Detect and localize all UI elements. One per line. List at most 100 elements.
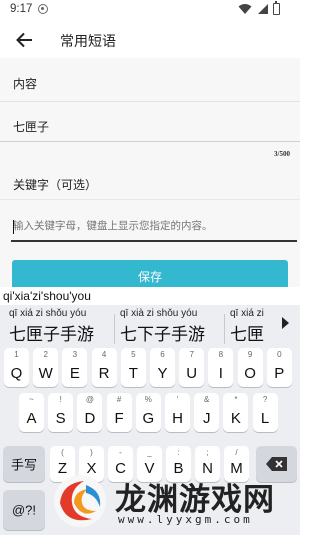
key-secondary-label: ' (176, 395, 179, 404)
key-o[interactable]: 9O (237, 348, 263, 387)
key-secondary-label: % (144, 395, 152, 404)
key-secondary-label: @ (85, 395, 94, 404)
content-label: 内容 (13, 77, 38, 91)
key-secondary-label: ~ (29, 395, 34, 404)
key-label: Y (157, 365, 168, 382)
key-u[interactable]: 7U (179, 348, 205, 387)
key-label: E (69, 365, 80, 382)
key-secondary-label: / (235, 448, 238, 457)
key-p[interactable]: 0P (266, 348, 292, 387)
keyword-label: 关键字（可选） (13, 178, 98, 192)
key-secondary-label: : (177, 448, 180, 457)
key-secondary-label: 9 (247, 350, 253, 359)
key-label: P (274, 365, 285, 382)
key-s[interactable]: ! S (48, 393, 74, 432)
symbols-key[interactable]: @?! (3, 490, 45, 530)
key-label: J (202, 410, 211, 427)
divider (0, 101, 300, 102)
page-title: 常用短语 (60, 34, 116, 50)
battery-icon (273, 1, 280, 15)
back-arrow-icon[interactable] (14, 30, 34, 50)
key-secondary-label: ) (90, 448, 93, 457)
key-secondary-label: 2 (43, 350, 48, 359)
key-f[interactable]: # F (106, 393, 132, 432)
key-label: L (260, 410, 270, 427)
key-k[interactable]: * K (223, 393, 249, 432)
key-secondary-label: 0 (277, 350, 282, 359)
expand-candidates-icon[interactable] (282, 317, 289, 329)
candidate-hanzi: 七匣子手游 (9, 325, 94, 345)
handwrite-key[interactable]: 手写 (3, 446, 45, 482)
keyword-input[interactable] (11, 212, 297, 242)
key-label: S (55, 410, 66, 427)
candidate-pinyin: qī xiá zi (230, 308, 264, 319)
candidate-hanzi: 七下子手游 (120, 325, 205, 345)
candidate-pinyin: qī xià zi shǒu yóu (120, 308, 198, 319)
key-l[interactable]: ? L (252, 393, 278, 432)
key-secondary-label: ! (59, 395, 62, 404)
key-secondary-label: & (204, 395, 210, 404)
key-secondary-label: - (119, 448, 122, 457)
status-bar: 9:17 (0, 0, 300, 22)
key-label: F (114, 410, 124, 427)
key-r[interactable]: 4R (91, 348, 117, 387)
candidate-hanzi: 七匣 (230, 325, 264, 345)
settings-gear-icon (38, 4, 48, 14)
key-label: A (26, 410, 37, 427)
key-g[interactable]: % G (135, 393, 161, 432)
key-label: I (218, 365, 223, 382)
handwrite-key-label: 手写 (10, 457, 37, 473)
key-secondary-label: ? (262, 395, 268, 404)
key-label: Q (10, 365, 23, 382)
key-label: D (84, 410, 96, 427)
char-counter: 3/500 (274, 150, 290, 158)
watermark-logo-icon (54, 475, 106, 527)
symbols-key-label: @?! (11, 502, 37, 518)
key-secondary-label: 8 (218, 350, 224, 359)
wifi-icon (238, 4, 252, 14)
key-a[interactable]: ~ A (19, 393, 44, 432)
key-secondary-label: ( (61, 448, 64, 457)
key-label: R (98, 365, 110, 382)
content-value[interactable]: 七匣子 (13, 118, 49, 135)
key-secondary-label: _ (147, 448, 152, 457)
candidate-separator (114, 314, 115, 344)
key-secondary-label: 6 (160, 350, 165, 359)
key-h[interactable]: ' H (165, 393, 190, 432)
text-caret (13, 220, 14, 234)
watermark-url: www.lyyxgm.com (118, 513, 253, 526)
key-label: K (230, 410, 241, 427)
key-j[interactable]: & J (194, 393, 220, 432)
composition-text: qi'xia'zi'shou'you (0, 287, 300, 305)
candidate-1[interactable]: qī xiá zi shǒu yóu 七匣子手游 (9, 308, 113, 348)
key-e[interactable]: 3E (62, 348, 88, 387)
app-bar: 常用短语 (0, 22, 300, 58)
divider (0, 199, 300, 200)
key-label: W (38, 365, 53, 382)
key-secondary-label: 7 (189, 350, 194, 359)
status-time: 9:17 (10, 3, 33, 15)
key-q[interactable]: 1Q (4, 348, 29, 387)
key-y[interactable]: 6Y (150, 348, 175, 387)
candidate-3[interactable]: qī xiá zi 七匣 (230, 308, 274, 348)
key-w[interactable]: 2W (33, 348, 59, 387)
key-d[interactable]: @ D (77, 393, 103, 432)
key-label: U (186, 365, 198, 382)
key-secondary-label: 5 (131, 350, 136, 359)
backspace-icon (266, 457, 287, 471)
candidate-pinyin: qī xiá zi shǒu yóu (9, 308, 87, 319)
key-secondary-label: # (116, 395, 122, 404)
key-secondary-label: 3 (72, 350, 78, 359)
content-underline (0, 141, 300, 142)
candidate-2[interactable]: qī xià zi shǒu yóu 七下子手游 (120, 308, 224, 348)
candidate-separator (224, 314, 225, 344)
key-t[interactable]: 5T (120, 348, 146, 387)
key-secondary-label: ; (206, 448, 209, 457)
key-secondary-label: * (234, 395, 238, 404)
key-i[interactable]: 8I (208, 348, 234, 387)
key-label: H (172, 410, 183, 427)
key-secondary-label: 1 (14, 350, 19, 359)
key-label: G (142, 410, 155, 427)
key-label: O (244, 365, 256, 382)
key-label: T (128, 365, 138, 382)
